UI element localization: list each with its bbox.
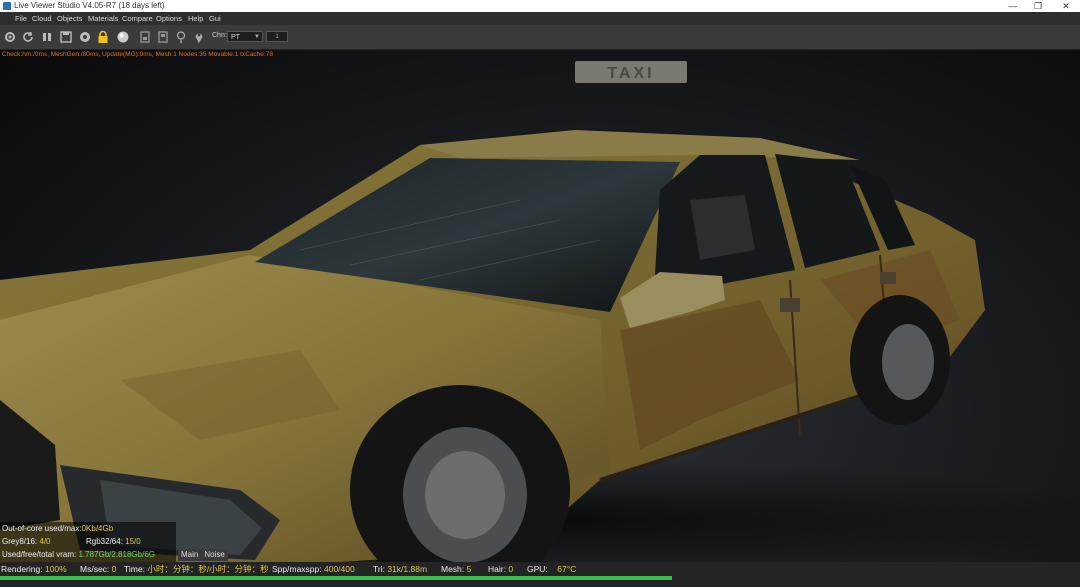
grey-label: Grey8/16:: [2, 537, 38, 546]
refresh-icon[interactable]: [21, 30, 35, 44]
channel-value: PT: [231, 34, 240, 41]
menu-options[interactable]: Options: [156, 12, 182, 25]
settings-icon[interactable]: [78, 30, 92, 44]
mesh-count: Mesh: 5: [441, 564, 472, 574]
window-titlebar: Live Viewer Studio V4.05-R7 (18 days lef…: [0, 0, 1080, 12]
out-of-core-label: Out-of-core used/max:: [2, 524, 82, 533]
locator-icon[interactable]: [174, 30, 188, 44]
menu-objects[interactable]: Objects: [57, 12, 82, 25]
info-tabs: Main Noise: [178, 549, 228, 561]
pin-icon[interactable]: [192, 30, 206, 44]
app-icon: [3, 2, 11, 10]
menu-gui[interactable]: Gui: [209, 12, 221, 25]
minimize-button[interactable]: —: [1000, 0, 1026, 12]
render-viewport[interactable]: Check:hm:/0ms, MeshGen:/80ms, Update(MG)…: [0, 50, 1080, 562]
lock-icon[interactable]: [96, 30, 110, 44]
render-progress-bar: [0, 576, 672, 580]
save-icon[interactable]: [59, 30, 73, 44]
maximize-button[interactable]: ❐: [1025, 0, 1051, 12]
gear-icon[interactable]: [3, 30, 17, 44]
taxi-sign-text: TAXI: [607, 65, 654, 82]
memory-info-panel: Out-of-core used/max:0Kb/4Gb Grey8/16: 4…: [0, 522, 176, 562]
menu-cloud[interactable]: Cloud: [32, 12, 52, 25]
render-status-bar: Rendering: 100% Ms/sec: 0 Time: 小时：分钟：秒/…: [0, 562, 1080, 587]
hair-count: Hair: 0: [488, 564, 514, 574]
rgb-value: 15/0: [125, 537, 141, 546]
samples-per-pixel: Spp/maxspp: 400/400: [272, 564, 355, 574]
menu-compare[interactable]: Compare: [122, 12, 153, 25]
window-title: Live Viewer Studio V4.05-R7 (18 days lef…: [14, 1, 165, 10]
menu-file[interactable]: File: [15, 12, 27, 25]
region-icon[interactable]: [138, 30, 152, 44]
rendering-status: Rendering: 100%: [1, 564, 67, 574]
render-time: Time: 小时：分钟：秒/小时：分钟：秒: [124, 564, 269, 574]
vram-label: Used/free/total vram:: [2, 550, 77, 559]
rgb-label: Rgb32/64:: [86, 537, 123, 546]
region-icon[interactable]: [156, 30, 170, 44]
chevron-down-icon: ▼: [254, 34, 260, 40]
sphere-icon[interactable]: [116, 30, 130, 44]
menu-bar: File Cloud Objects Materials Compare Opt…: [0, 12, 1080, 25]
grey-value: 4/0: [39, 537, 51, 546]
triangle-count: Tri: 31k/1.88m: [373, 564, 428, 574]
vram-value: 1.787Gb/2.818Gb/6G: [78, 550, 155, 559]
rendered-taxi-image: TAXI: [0, 61, 1080, 562]
sample-stepper[interactable]: 1: [266, 31, 288, 42]
tab-main[interactable]: Main: [178, 550, 201, 559]
gpu-temperature: GPU: 67°C: [527, 564, 577, 574]
menu-materials[interactable]: Materials: [88, 12, 118, 25]
ms-per-sec: Ms/sec: 0: [80, 564, 117, 574]
pause-icon[interactable]: [40, 30, 54, 44]
toolbar: Chn: PT ▼ 1: [0, 25, 1080, 50]
menu-help[interactable]: Help: [188, 12, 203, 25]
tab-noise[interactable]: Noise: [201, 550, 227, 559]
stepper-value: 1: [275, 34, 279, 40]
channel-select[interactable]: PT ▼: [227, 31, 263, 42]
close-button[interactable]: ✕: [1053, 0, 1079, 12]
render-progress-fill: [0, 576, 672, 580]
out-of-core-value: 0Kb/4Gb: [81, 524, 114, 533]
channel-label: Chn:: [212, 32, 227, 39]
